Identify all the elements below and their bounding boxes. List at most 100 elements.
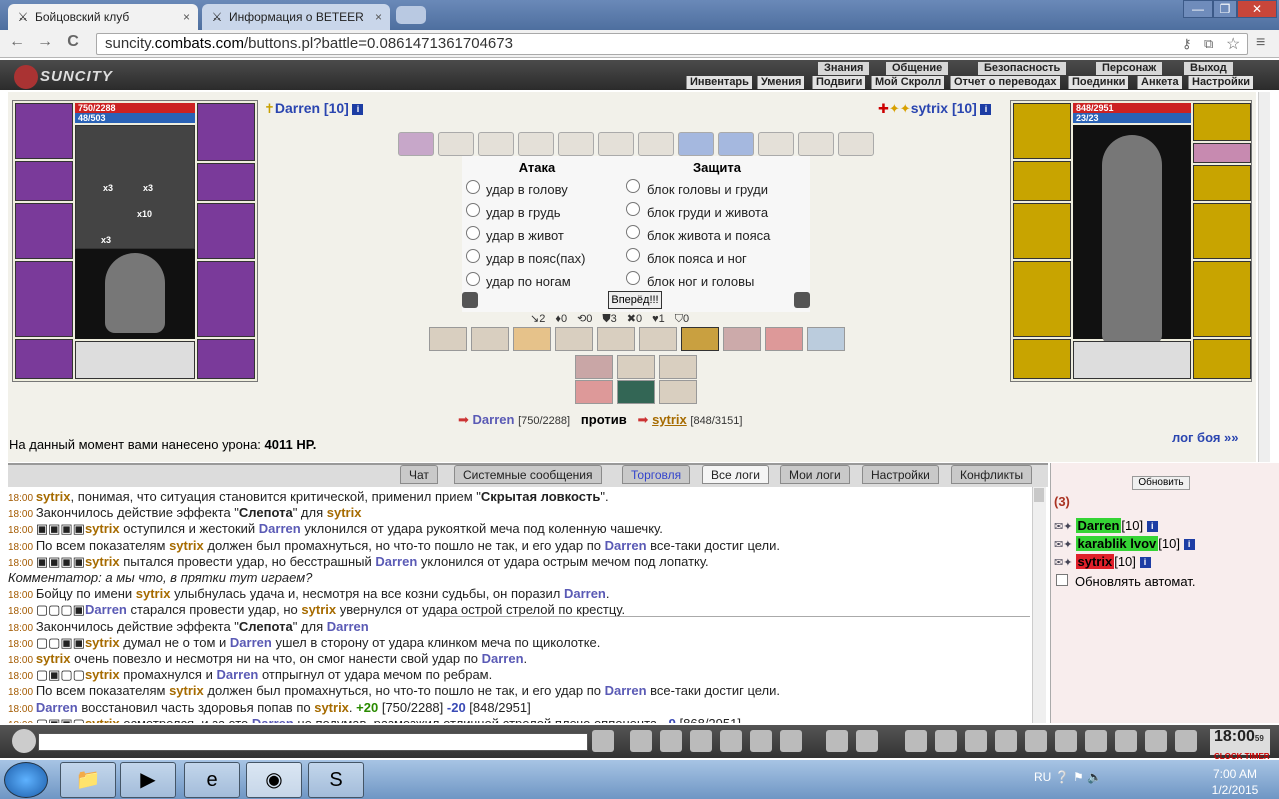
- player-name[interactable]: Darren: [259, 521, 301, 536]
- nav-character[interactable]: Персонаж: [1096, 62, 1163, 75]
- shield-slot[interactable]: [197, 203, 255, 259]
- scroll-slot[interactable]: [558, 132, 594, 156]
- nav-communication[interactable]: Общение: [886, 62, 949, 75]
- maximize-button[interactable]: ❐: [1213, 0, 1237, 18]
- skill-icon[interactable]: [659, 355, 697, 379]
- attack-option[interactable]: удар по ногам: [486, 273, 571, 291]
- skill-icon[interactable]: [555, 327, 593, 351]
- explorer-icon[interactable]: 📁: [60, 762, 116, 798]
- player-name[interactable]: Darren: [216, 667, 258, 682]
- player-name[interactable]: Darren: [252, 716, 294, 723]
- skill-icon[interactable]: [807, 327, 845, 351]
- nav-security[interactable]: Безопасность: [978, 62, 1067, 75]
- scroll-icon[interactable]: [1055, 730, 1077, 752]
- online-user[interactable]: ✉✦ karablik lvov [10] i: [1054, 536, 1195, 552]
- gloves-slot[interactable]: [197, 163, 255, 201]
- skill-icon[interactable]: [659, 380, 697, 404]
- nav-settings[interactable]: Настройки: [1188, 76, 1254, 89]
- skill-icon[interactable]: [617, 355, 655, 379]
- shield-slot[interactable]: [1193, 203, 1251, 259]
- scroll-slot[interactable]: [518, 132, 554, 156]
- clear-icon[interactable]: [630, 730, 652, 752]
- bracers-slot[interactable]: [15, 161, 73, 201]
- nav-inventory[interactable]: Инвентарь: [686, 76, 752, 89]
- player-name[interactable]: sytrix: [327, 505, 362, 520]
- nav-profile[interactable]: Анкета: [1137, 76, 1182, 89]
- nav-feats[interactable]: Подвиги: [812, 76, 866, 89]
- paw-icon[interactable]: [1145, 730, 1167, 752]
- defense-radio[interactable]: [626, 202, 640, 216]
- player-name[interactable]: sytrix: [301, 602, 336, 617]
- defense-radio[interactable]: [626, 225, 640, 239]
- save-icon[interactable]: [690, 730, 712, 752]
- attack-radio[interactable]: [466, 203, 480, 217]
- nav-exit[interactable]: Выход: [1184, 62, 1233, 75]
- skill-icon[interactable]: [471, 327, 509, 351]
- defense-option[interactable]: блок пояса и ног: [647, 250, 747, 268]
- attack-radio[interactable]: [466, 226, 480, 240]
- filter-icon[interactable]: [660, 730, 682, 752]
- defense-radio[interactable]: [626, 179, 640, 193]
- scroll-slot[interactable]: [718, 132, 754, 156]
- attack-option[interactable]: удар в грудь: [486, 204, 561, 222]
- player-name[interactable]: sytrix: [36, 489, 71, 504]
- player-name[interactable]: sytrix: [85, 635, 120, 650]
- gift-icon[interactable]: [1115, 730, 1137, 752]
- online-user[interactable]: ✉✦ Darren [10] i: [1054, 518, 1158, 534]
- player-name[interactable]: sytrix: [85, 554, 120, 569]
- amulet-slot[interactable]: [197, 103, 255, 161]
- pants-slot[interactable]: [197, 261, 255, 337]
- amulet-slot[interactable]: [1193, 103, 1251, 141]
- earrings-slot[interactable]: [1193, 143, 1251, 163]
- fighter-icon[interactable]: [720, 730, 742, 752]
- player-name[interactable]: Darren: [605, 683, 647, 698]
- player-name[interactable]: sytrix: [36, 651, 71, 666]
- player-name[interactable]: Darren: [327, 619, 369, 634]
- battle-log-link[interactable]: лог боя »»: [1172, 430, 1239, 445]
- info-icon[interactable]: i: [352, 104, 364, 116]
- scroll-thumb[interactable]: [1034, 488, 1044, 502]
- scroll-slot[interactable]: [638, 132, 674, 156]
- forward-button[interactable]: →: [34, 32, 56, 52]
- player1-link[interactable]: Darren: [473, 412, 515, 427]
- skill-icon[interactable]: [681, 327, 719, 351]
- battle-scrollbar[interactable]: [1258, 92, 1270, 462]
- bracers-slot[interactable]: [1013, 161, 1071, 201]
- scroll-slot[interactable]: [478, 132, 514, 156]
- bag-icon[interactable]: [905, 730, 927, 752]
- pants-slot[interactable]: [1193, 261, 1251, 337]
- tab-settings[interactable]: Настройки: [862, 465, 939, 484]
- weapon-slot[interactable]: [15, 203, 73, 259]
- key-icon[interactable]: ⚷: [1182, 36, 1192, 52]
- defense-option[interactable]: блок живота и пояса: [647, 227, 770, 245]
- gloves-slot[interactable]: [1193, 165, 1251, 201]
- attack-option[interactable]: удар в голову: [486, 181, 568, 199]
- nav-transfers[interactable]: Отчет о переводах: [950, 76, 1060, 89]
- skill-icon[interactable]: [617, 380, 655, 404]
- refresh-shield-icon[interactable]: [462, 292, 478, 308]
- defense-option[interactable]: блок ног и головы: [647, 273, 754, 291]
- player-name[interactable]: Darren: [482, 651, 524, 666]
- tab-trade[interactable]: Торговля: [622, 465, 691, 484]
- close-tab-icon[interactable]: ×: [375, 10, 382, 24]
- browser-tab-1[interactable]: ⚔ Бойцовский клуб ×: [8, 4, 198, 30]
- attack-option[interactable]: удар в пояс(пах): [486, 250, 585, 268]
- player-name[interactable]: Darren: [564, 586, 606, 601]
- start-button[interactable]: [4, 762, 48, 798]
- skill-icon[interactable]: [597, 327, 635, 351]
- chat-scrollbar[interactable]: [1032, 487, 1046, 723]
- nav-skills[interactable]: Умения: [757, 76, 805, 89]
- tab-conflicts[interactable]: Конфликты: [951, 465, 1033, 484]
- tab-my-logs[interactable]: Мои логи: [780, 465, 850, 484]
- star-icon[interactable]: ☆: [1226, 34, 1240, 54]
- attack-radio[interactable]: [466, 180, 480, 194]
- magic-icon[interactable]: [935, 730, 957, 752]
- attack-radio[interactable]: [466, 249, 480, 263]
- player-name[interactable]: sytrix: [85, 716, 120, 723]
- skill-icon[interactable]: [639, 327, 677, 351]
- potion-icon[interactable]: [965, 730, 987, 752]
- media-player-icon[interactable]: ▶: [120, 762, 176, 798]
- info-icon[interactable]: i: [980, 104, 992, 116]
- nav-battles[interactable]: Поединки: [1068, 76, 1129, 89]
- refresh-shield-icon[interactable]: [794, 292, 810, 308]
